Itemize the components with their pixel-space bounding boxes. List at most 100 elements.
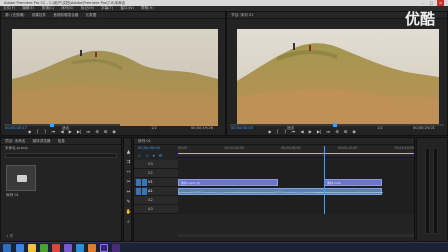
source-page[interactable]: 1/2 <box>151 126 157 130</box>
source-scrub-bar[interactable] <box>4 124 120 126</box>
hill-scene-image <box>237 29 439 126</box>
go-to-out-icon[interactable]: ⏭ <box>326 129 330 134</box>
menu-title[interactable]: 字幕(T) <box>101 6 113 10</box>
zoom-tool-icon[interactable]: ⌕ <box>125 218 132 228</box>
menu-clip[interactable]: 剪辑(C) <box>42 6 55 10</box>
timeline-playhead[interactable] <box>324 146 325 214</box>
youku-watermark: 优酷 <box>404 10 435 28</box>
hand-tool-icon[interactable]: ✋ <box>125 208 132 218</box>
source-monitor-panel: 源: (无剪辑) 效果控件 音频剪辑混合器 元数据 00;00;05;17 适合… <box>0 11 226 136</box>
project-search-input[interactable] <box>5 153 117 158</box>
track-header-a2: A2 <box>134 196 178 205</box>
project-tabs: 项目: 未命名 媒体浏览器 信息 <box>1 138 121 145</box>
work-area-bar[interactable] <box>178 153 414 154</box>
step-back-icon[interactable]: ⏮ <box>52 129 56 134</box>
windows-taskbar <box>0 242 448 252</box>
mark-in-icon[interactable]: ◆ <box>268 129 271 134</box>
overwrite-icon[interactable]: ⊞ <box>104 129 108 134</box>
timeline-scrollbar[interactable] <box>178 234 414 237</box>
link-icon[interactable]: ⊃ <box>145 153 148 158</box>
mark-out-icon[interactable]: { <box>36 129 39 134</box>
app-icon[interactable] <box>88 244 96 252</box>
go-to-in-icon[interactable]: } <box>284 129 287 134</box>
hill-scene-image <box>12 29 218 126</box>
ie-icon[interactable] <box>16 244 24 252</box>
razor-tool-icon[interactable]: ✂ <box>125 178 132 188</box>
source-patch-a1[interactable] <box>136 188 141 195</box>
source-playhead[interactable] <box>50 123 54 127</box>
tab-effect-controls[interactable]: 效果控件 <box>32 13 46 17</box>
program-timecode-current[interactable]: 00;00;00;00 <box>231 126 253 130</box>
menu-sequence[interactable]: 序列(S) <box>61 6 73 10</box>
go-to-out-icon[interactable]: ⏭ <box>86 129 90 134</box>
play-icon[interactable]: ▶ <box>69 129 72 134</box>
app-icon[interactable] <box>64 244 72 252</box>
sequence-thumbnail[interactable] <box>6 165 36 191</box>
app-icon[interactable] <box>112 244 120 252</box>
menu-window[interactable]: 窗口(W) <box>120 6 134 10</box>
menu-edit[interactable]: 编辑(E) <box>22 6 34 10</box>
tab-source[interactable]: 源: (无剪辑) <box>5 13 25 17</box>
marker-icon[interactable]: ▾ <box>153 153 155 158</box>
source-timecode-current[interactable]: 00;00;05;17 <box>5 126 27 130</box>
app-icon[interactable] <box>40 244 48 252</box>
menu-file[interactable]: 文件(F) <box>3 6 15 10</box>
tab-metadata[interactable]: 元数据 <box>86 13 97 17</box>
track-target-v1[interactable] <box>142 179 147 186</box>
insert-icon[interactable]: ⊕ <box>95 129 99 134</box>
tab-audio-mixer[interactable]: 音频剪辑混合器 <box>53 13 78 17</box>
tab-sequence[interactable]: 序列 01 <box>138 139 151 143</box>
snap-icon[interactable]: ⊂ <box>138 153 141 158</box>
app-icon[interactable] <box>76 244 84 252</box>
program-scrub-bar[interactable] <box>230 124 444 126</box>
go-to-in-icon[interactable]: } <box>44 129 47 134</box>
step-forward-icon[interactable]: ▶| <box>77 129 82 134</box>
play-icon[interactable]: ▶ <box>309 129 312 134</box>
track-target-a1[interactable] <box>142 188 147 195</box>
ripple-edit-tool-icon[interactable]: ⇿ <box>125 168 132 178</box>
tab-program[interactable]: 节目: 序列 01 <box>231 13 253 17</box>
source-video-frame[interactable] <box>12 29 218 126</box>
settings-icon[interactable]: ⚙ <box>159 153 163 158</box>
timeline-timecode[interactable]: 00;00;00;00 <box>138 146 160 150</box>
audio-clip[interactable] <box>178 188 384 195</box>
start-icon[interactable] <box>3 244 11 252</box>
export-frame-icon[interactable]: ◉ <box>112 129 116 134</box>
track-area[interactable]: 素材.mp4 [V] 素材.mp4 <box>178 146 414 214</box>
pen-tool-icon[interactable]: ✎ <box>125 198 132 208</box>
track-select-tool-icon[interactable]: ⇉ <box>125 158 132 168</box>
menu-help[interactable]: 帮助(H) <box>141 6 154 10</box>
premiere-icon[interactable] <box>100 244 108 252</box>
source-patch-v1[interactable] <box>136 179 141 186</box>
track-header-a1: A1 <box>134 187 178 196</box>
selection-tool-icon[interactable]: ▲ <box>125 148 132 158</box>
tab-project[interactable]: 项目: 未命名 <box>5 139 25 143</box>
track-header-v2: V2 <box>134 169 178 178</box>
tab-info[interactable]: 信息 <box>58 139 65 143</box>
step-back-frame-icon[interactable]: ◀ <box>300 129 303 134</box>
extract-icon[interactable]: ⊞ <box>344 129 348 134</box>
lift-icon[interactable]: ⊕ <box>335 129 339 134</box>
audio-meter-right <box>433 148 438 234</box>
mark-in-icon[interactable]: ◆ <box>28 129 31 134</box>
slip-tool-icon[interactable]: ⇔ <box>125 188 132 198</box>
step-back-frame-icon[interactable]: ◀ <box>60 129 63 134</box>
tab-media-browser[interactable]: 媒体浏览器 <box>32 139 50 143</box>
project-path: 未命名.prproj <box>5 146 28 150</box>
explorer-icon[interactable] <box>28 244 36 252</box>
program-video-frame[interactable] <box>237 29 439 126</box>
program-playhead[interactable] <box>333 123 337 127</box>
menu-marker[interactable]: 标记(M) <box>81 6 94 10</box>
export-frame-icon[interactable]: ◉ <box>352 129 356 134</box>
video-clip[interactable]: 素材.mp4 [V] <box>178 179 278 186</box>
program-page[interactable]: 1/2 <box>377 126 383 130</box>
step-back-icon[interactable]: ⏮ <box>292 129 296 134</box>
source-monitor-tabs: 源: (无剪辑) 效果控件 音频剪辑混合器 元数据 <box>1 12 225 19</box>
video-clip[interactable]: 素材.mp4 <box>324 179 382 186</box>
step-forward-icon[interactable]: ▶| <box>317 129 322 134</box>
app-icon[interactable] <box>52 244 60 252</box>
track-header-v1: V1 <box>134 178 178 187</box>
timeline-tabs: 序列 01 <box>134 138 414 145</box>
folder-icon <box>17 175 27 182</box>
mark-out-icon[interactable]: { <box>276 129 279 134</box>
